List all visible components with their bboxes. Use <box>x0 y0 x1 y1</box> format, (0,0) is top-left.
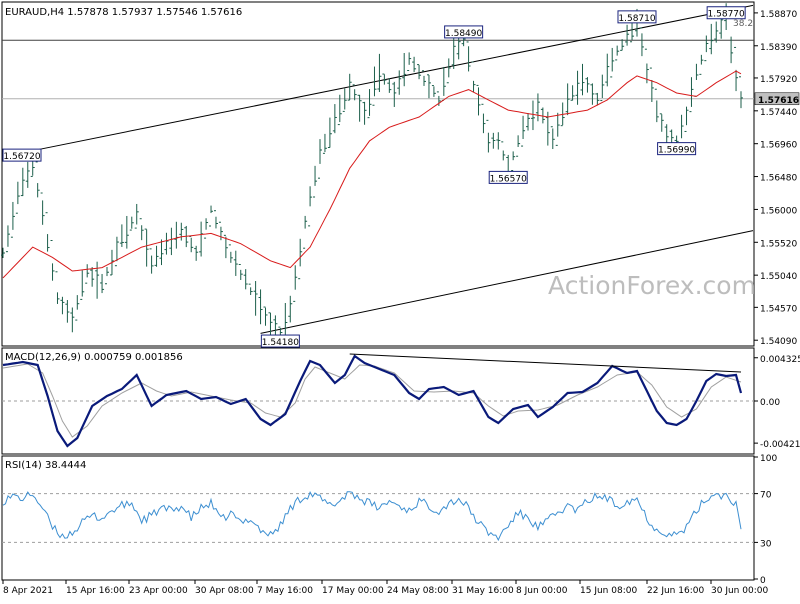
watermark-text: ActionForex.com <box>548 271 756 300</box>
price-y-tick-label: 1.56960 <box>760 141 797 151</box>
price-y-tick-label: 1.57440 <box>760 108 797 118</box>
price-y-tick-label: 1.58870 <box>760 10 797 20</box>
macd-y-tick-label: -0.004213 <box>760 440 800 450</box>
price-y-tick-label: 1.55040 <box>760 272 797 282</box>
x-tick-label: 8 Jun 00:00 <box>516 586 568 596</box>
rsi-y-tick-label: 0 <box>760 576 766 586</box>
price-label-text: 1.56720 <box>3 152 40 162</box>
x-tick-label: 17 May 00:00 <box>322 586 384 596</box>
price-y-tick-label: 1.55520 <box>760 239 797 249</box>
x-tick-label: 31 May 16:00 <box>452 586 514 596</box>
rsi-title: RSI(14) 38.4444 <box>5 460 86 471</box>
macd-signal-line <box>2 363 742 438</box>
rsi-line <box>2 490 742 542</box>
fib-label: 38.2 <box>733 19 753 29</box>
macd-line <box>2 354 743 448</box>
x-tick-label: 23 Apr 00:00 <box>129 586 188 596</box>
x-tick-label: 22 Jun 16:00 <box>647 586 704 596</box>
x-tick-label: 15 Jun 08:00 <box>580 586 637 596</box>
price-label-text: 1.58710 <box>618 14 655 24</box>
x-tick-label: 30 Apr 08:00 <box>195 586 254 596</box>
macd-trendline <box>349 353 742 373</box>
price-label-text: 1.54180 <box>262 338 299 348</box>
chart-svg: ActionForex.com EURAUD,H4 1.57878 1.5793… <box>1 1 800 596</box>
rsi-panel: 100 70 30 0 <box>2 454 777 586</box>
macd-y-tick-label: 0.004325 <box>760 355 800 365</box>
macd-panel-frame <box>1 347 755 455</box>
price-label-text: 1.56990 <box>658 146 695 156</box>
x-tick-label: 8 Apr 2021 <box>3 586 53 596</box>
price-y-tick-label: 1.56480 <box>760 174 797 184</box>
price-y-tick-label: 1.54090 <box>760 337 797 347</box>
price-label-text: 1.58490 <box>445 29 482 39</box>
rsi-y-tick-label: 100 <box>760 454 777 464</box>
price-y-tick-label: 1.57920 <box>760 75 797 85</box>
rsi-panel-frame <box>1 455 755 581</box>
rsi-y-tick-label: 70 <box>760 491 772 501</box>
macd-panel: 0.004325 0.00 -0.004213 <box>2 353 800 450</box>
x-tick-label: 30 Jun 00:00 <box>711 586 768 596</box>
rsi-y-tick-label: 30 <box>760 539 772 549</box>
price-label-text: 1.56570 <box>490 174 527 184</box>
x-tick-label: 15 Apr 16:00 <box>66 586 125 596</box>
macd-title: MACD(12,26,9) 0.000759 0.001856 <box>5 352 183 363</box>
x-axis: 8 Apr 2021 15 Apr 16:00 23 Apr 00:00 30 Apr… <box>2 580 768 596</box>
price-y-tick-label: 1.56000 <box>760 206 797 216</box>
current-price-text: 1.57616 <box>758 96 799 106</box>
macd-y-tick-label: 0.00 <box>760 398 780 408</box>
x-tick-label: 24 May 08:00 <box>387 586 449 596</box>
moving-average-line <box>2 70 742 279</box>
price-title: EURAUD,H4 1.57878 1.57937 1.57546 1.5761… <box>5 7 242 18</box>
price-y-tick-label: 1.58390 <box>760 43 797 53</box>
price-y-tick-label: 1.54570 <box>760 304 797 314</box>
x-tick-label: 7 May 16:00 <box>257 586 313 596</box>
chart-root: ActionForex.com EURAUD,H4 1.57878 1.5793… <box>0 0 800 600</box>
